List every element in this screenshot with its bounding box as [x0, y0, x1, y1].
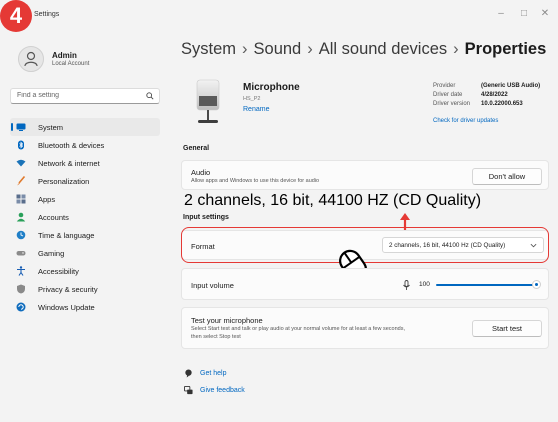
sidebar-item-label: Privacy & security [38, 285, 98, 294]
sidebar-item-personalization[interactable]: Personalization [10, 172, 160, 190]
search-box[interactable] [10, 88, 160, 104]
search-input[interactable] [17, 92, 137, 99]
sidebar-item-windows-update[interactable]: Windows Update [10, 298, 160, 316]
sidebar-item-label: Accounts [38, 213, 69, 222]
sidebar-item-label: Network & internet [38, 159, 100, 168]
sidebar-item-label: Gaming [38, 249, 65, 258]
bluetooth-icon [18, 140, 24, 150]
gamepad-icon [16, 251, 26, 256]
breadcrumb-separator: › [307, 40, 313, 58]
input-settings-title: Input settings [183, 214, 229, 221]
close-button[interactable]: ✕ [537, 8, 553, 19]
audio-subtitle: Allow apps and Windows to use this devic… [191, 178, 320, 184]
help-icon [185, 369, 192, 378]
sidebar-item-label: Accessibility [38, 267, 79, 276]
selection-indicator [11, 123, 13, 131]
property-value: (Generic USB Audio) [481, 83, 541, 89]
general-section-title: General [183, 145, 210, 152]
breadcrumb-separator: › [453, 40, 459, 58]
sidebar-item-bluetooth[interactable]: Bluetooth & devices [10, 136, 160, 154]
accessibility-icon [17, 266, 25, 276]
audio-card: Audio Allow apps and Windows to use this… [181, 160, 549, 190]
sidebar-item-accounts[interactable]: Accounts [10, 208, 160, 226]
person-icon [24, 51, 38, 67]
sidebar-item-label: Windows Update [38, 303, 95, 312]
sidebar-item-network[interactable]: Network & internet [10, 154, 160, 172]
search-icon [146, 92, 154, 100]
maximize-button[interactable]: □ [516, 8, 532, 19]
feedback-icon [184, 386, 193, 395]
title-bar: Settings – □ ✕ [0, 0, 558, 32]
page-title: Properties [464, 40, 547, 58]
test-microphone-title: Test your microphone [191, 316, 263, 325]
test-microphone-subtitle-line2: then select Stop test [191, 334, 241, 340]
avatar [18, 46, 44, 72]
sidebar-item-time-language[interactable]: Time & language [10, 226, 160, 244]
minimize-button[interactable]: – [493, 8, 509, 19]
breadcrumb-sound[interactable]: Sound [254, 40, 302, 58]
user-name: Admin [52, 51, 77, 60]
device-name: Microphone [243, 82, 300, 93]
property-key: Provider [433, 83, 456, 89]
step-number-badge: 4 [0, 0, 32, 32]
sidebar-item-accessibility[interactable]: Accessibility [10, 262, 160, 280]
property-key: Driver date [433, 92, 463, 98]
app-title: Settings [34, 11, 60, 18]
sidebar-item-label: Bluetooth & devices [38, 141, 105, 150]
start-test-button[interactable]: Start test [472, 320, 542, 337]
sidebar-nav: System Bluetooth & devices Network & int… [10, 118, 160, 316]
sidebar-item-label: Personalization [38, 177, 90, 186]
test-microphone-card: Test your microphone Select Start test a… [181, 307, 549, 349]
globe-clock-icon [16, 230, 26, 240]
sidebar-item-apps[interactable]: Apps [10, 190, 160, 208]
microphone-icon [403, 280, 410, 290]
property-value: 10.0.22000.653 [481, 101, 523, 107]
input-volume-value: 100 [419, 281, 430, 288]
format-annotation: 2 channels, 16 bit, 44100 HZ (CD Quality… [184, 192, 482, 209]
sidebar-item-gaming[interactable]: Gaming [10, 244, 160, 262]
sidebar-item-label: Apps [38, 195, 56, 204]
apps-icon [16, 194, 26, 204]
property-value: 4/28/2022 [481, 92, 508, 98]
breadcrumb: System › Sound › All sound devices › Propertie… [181, 40, 546, 59]
audio-title: Audio [191, 168, 211, 177]
check-driver-updates-link[interactable]: Check for driver updates [433, 118, 498, 124]
rename-link[interactable]: Rename [243, 106, 269, 113]
dont-allow-button[interactable]: Don't allow [472, 168, 542, 185]
test-microphone-subtitle: Select Start test and talk or play audio… [191, 326, 405, 332]
breadcrumb-system[interactable]: System [181, 40, 236, 58]
input-volume-label: Input volume [191, 281, 234, 290]
person-icon [16, 212, 26, 222]
sidebar-item-label: Time & language [38, 231, 95, 240]
settings-window: 4 Settings – □ ✕ Admin Local Account Sys… [0, 0, 558, 422]
breadcrumb-separator: › [242, 40, 248, 58]
wifi-icon [16, 159, 26, 167]
give-feedback-link[interactable]: Give feedback [200, 387, 245, 394]
brush-icon [17, 176, 26, 186]
breadcrumb-all-sound-devices[interactable]: All sound devices [319, 40, 447, 58]
sidebar-item-label: System [38, 123, 64, 132]
sidebar-item-system[interactable]: System [10, 118, 160, 136]
monitor-icon [16, 123, 26, 131]
property-key: Driver version [433, 101, 471, 107]
update-icon [16, 302, 26, 312]
input-volume-slider-thumb[interactable] [532, 280, 541, 289]
device-model: HS_P2 [243, 96, 261, 102]
get-help-link[interactable]: Get help [200, 370, 226, 377]
sidebar-item-privacy[interactable]: Privacy & security [10, 280, 160, 298]
shield-icon [17, 284, 25, 294]
input-volume-slider-track[interactable] [436, 284, 536, 286]
user-account-type: Local Account [52, 61, 90, 67]
microphone-device-image [196, 79, 220, 123]
